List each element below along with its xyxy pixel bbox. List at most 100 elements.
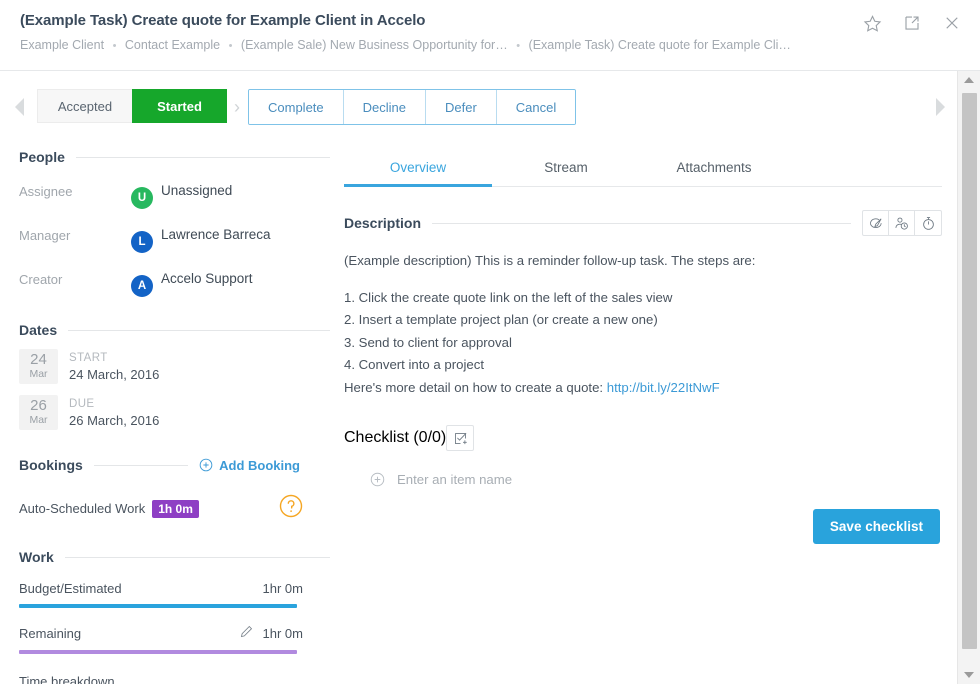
scrollbar-thumb[interactable] bbox=[962, 93, 977, 649]
defer-button[interactable]: Defer bbox=[426, 90, 497, 124]
stopwatch-icon[interactable] bbox=[915, 211, 941, 235]
breadcrumb-separator: • bbox=[108, 40, 122, 52]
tab-attachments[interactable]: Attachments bbox=[640, 160, 788, 186]
breadcrumb-item-3[interactable]: (Example Task) Create quote for Example … bbox=[529, 38, 791, 52]
date-month: Mar bbox=[19, 368, 58, 381]
description-step-4: 4. Convert into a project bbox=[344, 354, 942, 377]
prev-record-arrow[interactable] bbox=[10, 95, 30, 119]
status-started[interactable]: Started bbox=[132, 89, 227, 123]
creator-value[interactable]: A Accelo Support bbox=[131, 266, 253, 297]
tab-stream[interactable]: Stream bbox=[492, 160, 640, 186]
date-day: 26 bbox=[19, 397, 58, 414]
add-checklist-icon[interactable] bbox=[447, 426, 473, 450]
dates-section: Dates 24 Mar START 24 March, 2016 26 Mar bbox=[19, 322, 330, 430]
avatar: A bbox=[131, 275, 153, 297]
description-step-3: 3. Send to client for approval bbox=[344, 332, 942, 355]
section-divider bbox=[94, 465, 188, 466]
description-steps: 1. Click the create quote link on the le… bbox=[344, 287, 942, 377]
add-booking-button[interactable]: Add Booking bbox=[199, 458, 330, 473]
date-row-due[interactable]: 26 Mar DUE 26 March, 2016 bbox=[19, 395, 330, 430]
complete-button[interactable]: Complete bbox=[249, 90, 344, 124]
time-breakdown-label[interactable]: Time breakdown bbox=[19, 674, 330, 684]
help-circle-icon[interactable] bbox=[279, 494, 303, 523]
person-row-assignee: Assignee UUnassigned bbox=[19, 178, 330, 209]
person-row-manager: Manager LLawrence Barreca bbox=[19, 222, 330, 253]
dates-section-title: Dates bbox=[19, 322, 57, 338]
description-footer-text: Here's more detail on how to create a qu… bbox=[344, 380, 607, 395]
star-icon[interactable] bbox=[860, 11, 884, 35]
breadcrumb-separator: • bbox=[224, 40, 238, 52]
work-section: Work Budget/Estimated 1hr 0m Remaining bbox=[19, 549, 330, 684]
checklist-title: Checklist (0/0) bbox=[344, 429, 446, 447]
scroll-down-arrow[interactable] bbox=[958, 666, 980, 684]
manager-label: Manager bbox=[19, 222, 131, 243]
manager-value[interactable]: LLawrence Barreca bbox=[131, 222, 271, 253]
start-date-label: START bbox=[69, 351, 159, 366]
remaining-progress-bar bbox=[19, 650, 297, 654]
description-link[interactable]: http://bit.ly/22ItNwF bbox=[607, 380, 720, 395]
date-text: DUE 26 March, 2016 bbox=[69, 397, 159, 429]
external-link-icon[interactable] bbox=[900, 11, 924, 35]
section-divider bbox=[68, 330, 330, 331]
date-chip: 26 Mar bbox=[19, 395, 58, 430]
save-checklist-button[interactable]: Save checklist bbox=[813, 509, 940, 544]
contact-clock-icon[interactable] bbox=[889, 211, 915, 235]
assignee-label: Assignee bbox=[19, 178, 131, 199]
status-chevron-icon: › bbox=[227, 89, 247, 125]
overview-panel: Description bbox=[330, 210, 957, 544]
work-section-title: Work bbox=[19, 549, 54, 565]
status-progression: Accepted Started › Complete Decline Defe… bbox=[37, 89, 576, 125]
budget-estimated-value-group: 1hr 0m bbox=[263, 581, 303, 596]
people-section-header: People bbox=[19, 149, 330, 165]
edit-pencil-icon[interactable] bbox=[239, 624, 254, 642]
add-booking-link[interactable]: Add Booking bbox=[199, 458, 330, 473]
vertical-scrollbar[interactable] bbox=[957, 71, 980, 684]
avatar: L bbox=[131, 231, 153, 253]
detail-main-panel: Overview Stream Attachments Description bbox=[330, 141, 957, 684]
checklist-save-row: Save checklist bbox=[344, 509, 942, 544]
budget-progress-bar bbox=[19, 604, 297, 608]
person-row-creator: Creator A Accelo Support bbox=[19, 266, 330, 297]
bookings-section-title: Bookings bbox=[19, 457, 83, 473]
creator-name: Accelo Support bbox=[161, 271, 253, 286]
checklist-tools bbox=[446, 425, 474, 451]
checklist-add-row[interactable]: Enter an item name bbox=[344, 472, 942, 487]
date-row-start[interactable]: 24 Mar START 24 March, 2016 bbox=[19, 349, 330, 384]
window-header: (Example Task) Create quote for Example … bbox=[0, 0, 980, 71]
dates-section-header: Dates bbox=[19, 322, 330, 338]
task-detail-window: (Example Task) Create quote for Example … bbox=[0, 0, 980, 684]
breadcrumb: Example Client • Contact Example • (Exam… bbox=[20, 38, 791, 52]
breadcrumb-item-2[interactable]: (Example Sale) New Business Opportunity … bbox=[241, 38, 508, 52]
auto-scheduled-work-row: Auto-Scheduled Work 1h 0m bbox=[19, 494, 330, 523]
description-intro: (Example description) This is a reminder… bbox=[344, 250, 942, 273]
description-step-2: 2. Insert a template project plan (or cr… bbox=[344, 309, 942, 332]
status-accepted[interactable]: Accepted bbox=[37, 89, 132, 123]
cancel-button[interactable]: Cancel bbox=[497, 90, 575, 124]
page-title: (Example Task) Create quote for Example … bbox=[20, 12, 425, 29]
assignee-name: Unassigned bbox=[161, 183, 232, 198]
close-icon[interactable] bbox=[940, 11, 964, 35]
work-row-remaining: Remaining 1hr 0m bbox=[19, 624, 330, 642]
header-actions bbox=[860, 11, 964, 35]
breadcrumb-item-0[interactable]: Example Client bbox=[20, 38, 104, 52]
scroll-up-arrow[interactable] bbox=[958, 71, 980, 89]
date-month: Mar bbox=[19, 414, 58, 427]
comment-edit-icon[interactable] bbox=[863, 211, 889, 235]
next-record-arrow[interactable] bbox=[930, 95, 950, 119]
creator-label: Creator bbox=[19, 266, 131, 287]
date-chip: 24 Mar bbox=[19, 349, 58, 384]
tab-overview[interactable]: Overview bbox=[344, 160, 492, 186]
decline-button[interactable]: Decline bbox=[344, 90, 426, 124]
remaining-label: Remaining bbox=[19, 626, 81, 641]
assignee-value[interactable]: UUnassigned bbox=[131, 178, 232, 209]
section-divider bbox=[65, 557, 330, 558]
work-section-header: Work bbox=[19, 549, 330, 565]
checklist-item-input[interactable]: Enter an item name bbox=[397, 472, 512, 487]
breadcrumb-item-1[interactable]: Contact Example bbox=[125, 38, 220, 52]
status-action-group: Complete Decline Defer Cancel bbox=[248, 89, 576, 125]
bookings-section-header: Bookings Add Booking bbox=[19, 457, 330, 473]
remaining-value-group: 1hr 0m bbox=[239, 624, 303, 642]
start-date-value: 24 March, 2016 bbox=[69, 366, 159, 383]
remaining-value: 1hr 0m bbox=[263, 626, 303, 641]
description-header: Description bbox=[344, 210, 942, 236]
